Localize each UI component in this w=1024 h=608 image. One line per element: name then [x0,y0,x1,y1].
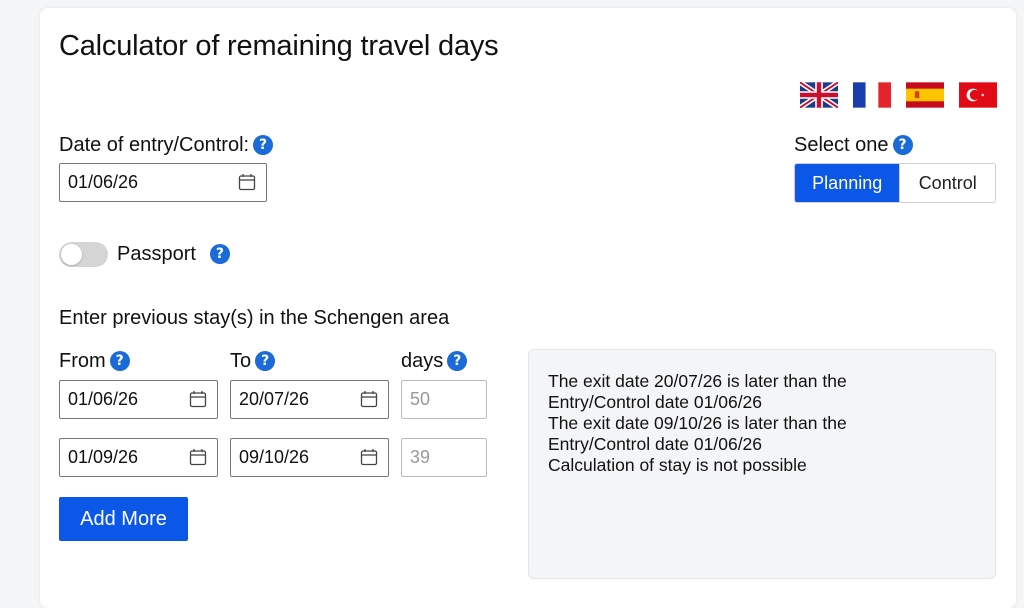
help-icon[interactable]: ? [255,351,276,371]
to-label-text: To [230,350,252,372]
help-icon[interactable]: ? [892,135,913,155]
calendar-icon[interactable] [238,173,256,191]
help-icon[interactable]: ? [447,351,468,371]
stay-to-value: 09/10/26 [239,447,310,467]
passport-toggle[interactable] [59,242,108,267]
stay-days-value: 39 [410,447,431,467]
to-column-label: To? [230,350,276,373]
stay-days-field: 50 [401,380,487,419]
result-message-box: The exit date 20/07/26 is later than the… [528,349,996,579]
message-line: Calculation of stay is not possible [548,455,807,475]
from-column-label: From? [59,350,130,373]
stay-to-input[interactable]: 20/07/26 [230,380,389,419]
planning-option[interactable]: Planning [795,164,900,202]
english-flag-icon[interactable] [800,82,838,108]
stay-from-input[interactable]: 01/09/26 [59,438,218,477]
message-line: Entry/Control date 01/06/26 [548,392,763,412]
french-flag-icon[interactable] [853,82,891,108]
mode-selector: Planning Control [794,163,996,203]
entry-label-text: Date of entry/Control: [59,134,250,156]
stay-days-value: 50 [410,389,431,409]
entry-date-input[interactable]: 01/06/26 [59,163,267,202]
mode-label-text: Select one [794,134,889,156]
toggle-knob [61,244,82,265]
days-column-label: days? [401,350,468,373]
mode-label: Select one? [794,134,913,157]
message-line: The exit date 09/10/26 is later than the [548,413,847,433]
help-icon[interactable]: ? [209,244,230,264]
help-icon[interactable]: ? [253,135,274,155]
stay-days-field: 39 [401,438,487,477]
add-more-button[interactable]: Add More [59,497,188,541]
spanish-flag-icon[interactable] [906,82,944,108]
message-line: The exit date 20/07/26 is later than the [548,371,847,391]
stay-from-value: 01/06/26 [68,389,139,409]
page-title: Calculator of remaining travel days [59,30,499,62]
calendar-icon[interactable] [189,448,207,466]
message-line: Entry/Control date 01/06/26 [548,434,763,454]
calendar-icon[interactable] [360,390,378,408]
entry-date-value: 01/06/26 [68,172,139,192]
entry-label: Date of entry/Control:? [59,134,274,157]
calendar-icon[interactable] [360,448,378,466]
help-icon[interactable]: ? [109,351,130,371]
from-label-text: From [59,350,106,372]
stays-heading: Enter previous stay(s) in the Schengen a… [59,307,450,329]
turkish-flag-icon[interactable] [959,82,997,108]
stay-from-value: 01/09/26 [68,447,139,467]
calendar-icon[interactable] [189,390,207,408]
passport-label-text: Passport [117,243,196,265]
days-label-text: days [401,350,444,372]
stay-to-input[interactable]: 09/10/26 [230,438,389,477]
stay-to-value: 20/07/26 [239,389,310,409]
passport-label: Passport? [117,243,230,266]
stay-from-input[interactable]: 01/06/26 [59,380,218,419]
control-option[interactable]: Control [899,164,995,202]
